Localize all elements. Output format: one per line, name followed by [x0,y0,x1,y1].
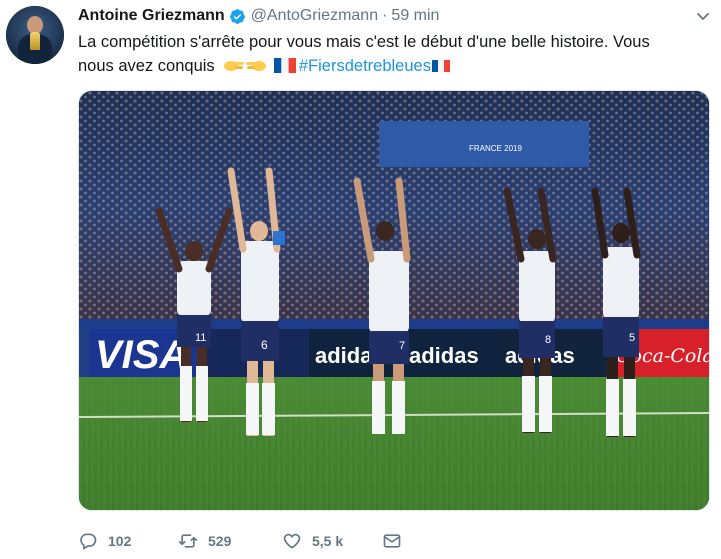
player-number-1: 11 [195,332,206,344]
tweet-text-line-2: nous avez conquis #Fiersdetrebleues [78,54,698,78]
player-number-3: 7 [399,340,405,352]
tweet-text-line-2-prefix: nous avez conquis [78,57,215,75]
clapping-hands-emoji-icon [224,61,245,71]
tweet-text-line-1: La compétition s'arrête pour vous mais c… [78,33,650,51]
like-count: 5,5 k [312,533,344,549]
author-handle[interactable]: @AntoGriezmann [251,7,378,25]
retweet-icon [178,534,198,548]
trophy-icon [30,32,40,50]
verified-badge-icon [229,8,245,24]
envelope-icon [383,534,401,548]
direct-message-button[interactable] [382,528,412,554]
retweet-button[interactable]: 529 [178,528,231,554]
like-button[interactable]: 5,5 k [282,528,343,554]
player-number-4: 8 [545,334,551,346]
france-flag-emoji-icon [431,60,450,72]
chevron-down-icon[interactable] [695,8,711,24]
adboard-adidas-2: adidas [409,343,479,368]
tweet-text: La compétition s'arrête pour vous mais c… [78,30,698,78]
tweet-timestamp[interactable]: 59 min [391,7,439,25]
player-number-2: 6 [261,338,268,352]
tweet-header: Antoine Griezmann @AntoGriezmann · 59 mi… [78,5,681,27]
reply-count: 102 [108,533,132,549]
tweet-actions: 102 529 5,5 k [78,528,678,554]
heart-icon [283,533,301,549]
retweet-count: 529 [208,533,232,549]
reply-icon [80,533,97,550]
hashtag-link[interactable]: #Fiersdetrebleues [299,57,431,75]
header-separator: · [382,7,388,24]
tweet-photo[interactable]: FRANCE 2019 VISA adidas adidas adidas Co… [78,90,710,511]
author-name[interactable]: Antoine Griezmann [78,7,225,25]
adboard-visa: VISA [95,333,188,377]
author-avatar[interactable] [6,6,64,64]
player-number-5: 5 [629,332,635,344]
stand-banner-text: FRANCE 2019 [469,144,522,153]
reply-button[interactable]: 102 [78,528,131,554]
france-flag-emoji-icon [273,58,296,73]
stadium-photo: FRANCE 2019 VISA adidas adidas adidas Co… [79,91,709,510]
clapping-hands-emoji-icon [246,61,267,71]
